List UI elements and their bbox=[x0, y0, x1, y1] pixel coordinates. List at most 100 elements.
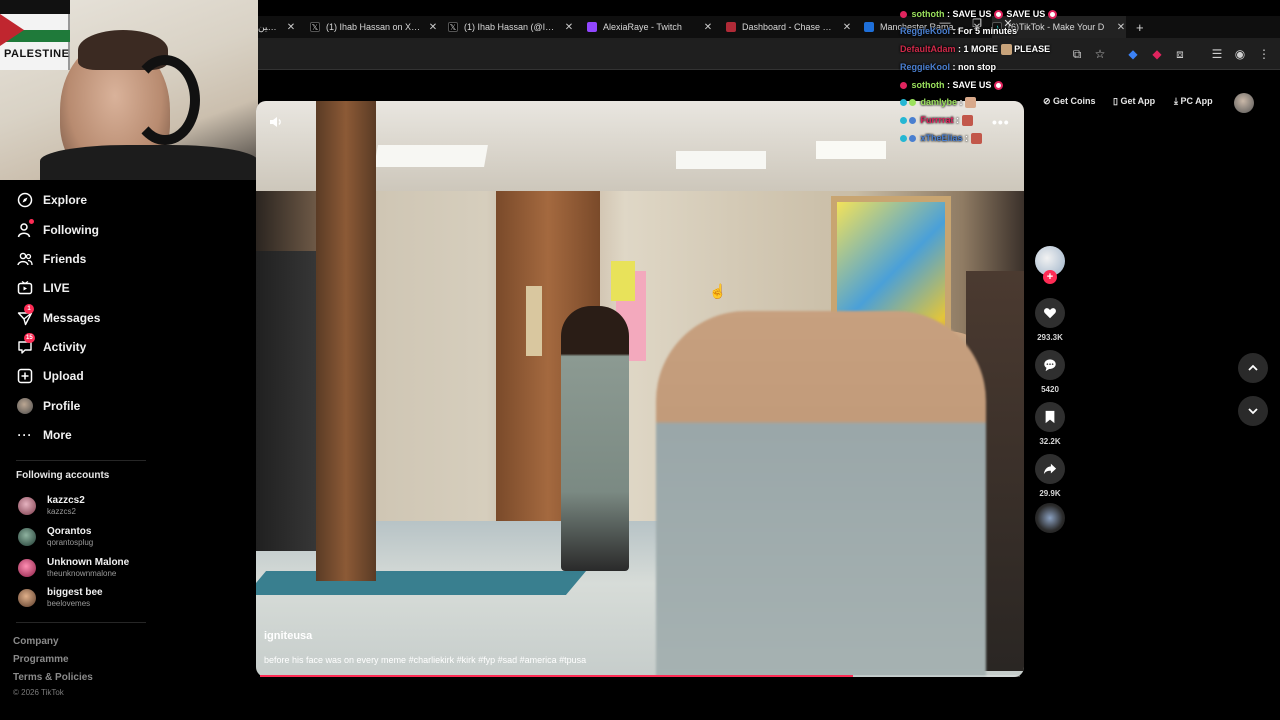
chat-text-extra: PLEASE bbox=[1014, 44, 1051, 54]
nav-friends[interactable]: Friends bbox=[16, 249, 86, 269]
music-disc-icon[interactable] bbox=[1035, 503, 1065, 533]
extension-icon[interactable]: ◆ bbox=[1126, 47, 1140, 61]
video-scene-light bbox=[676, 151, 766, 169]
share-count: 29.9K bbox=[1039, 489, 1061, 498]
nav-explore[interactable]: Explore bbox=[16, 190, 87, 210]
chat-separator: : bbox=[944, 9, 953, 19]
close-icon[interactable]: ✕ bbox=[286, 22, 296, 33]
footer-link-terms[interactable]: Terms & Policies bbox=[13, 672, 93, 683]
following-account[interactable]: biggest bee beelovemes bbox=[16, 585, 216, 613]
close-icon[interactable]: ✕ bbox=[842, 22, 852, 33]
browser-tab[interactable]: 𝕏 (1) Ihab Hassan on X: "BR ✕ bbox=[310, 16, 438, 38]
previous-video-button[interactable] bbox=[1238, 353, 1268, 383]
twitch-icon bbox=[587, 22, 597, 32]
x-logo-icon: 𝕏 bbox=[448, 22, 458, 32]
browser-toolbar: ⧉ ☆ ◆ ◆ ⧈ ☰ ◉ ⋮ bbox=[258, 38, 1280, 70]
extensions-puzzle-icon[interactable]: ⧈ bbox=[1173, 47, 1187, 61]
close-icon[interactable]: ✕ bbox=[428, 22, 438, 33]
nav-label: Profile bbox=[43, 399, 81, 413]
comment-icon[interactable] bbox=[1035, 350, 1065, 380]
chevron-down-icon bbox=[1248, 408, 1258, 415]
following-account[interactable]: Unknown Malone theunknownmalone bbox=[16, 555, 216, 583]
account-name: kazzcs2 bbox=[47, 495, 85, 506]
menu-kebab-icon[interactable]: ⋮ bbox=[1257, 47, 1271, 61]
get-coins-button[interactable]: ⊘ Get Coins bbox=[1043, 96, 1096, 107]
chat-separator: : bbox=[955, 44, 964, 54]
install-app-icon[interactable]: ⧉ bbox=[1070, 47, 1084, 61]
comment-action[interactable]: 5420 bbox=[1035, 350, 1065, 394]
chat-separator: : bbox=[950, 62, 959, 72]
chat-badge-icon bbox=[909, 117, 916, 125]
next-video-button[interactable] bbox=[1238, 396, 1268, 426]
account-name: Unknown Malone bbox=[47, 557, 130, 568]
footer-link-company[interactable]: Company bbox=[13, 636, 59, 647]
video-scene-pillar bbox=[316, 101, 376, 581]
tab-label: (6)TikTok - Make Your D bbox=[1008, 22, 1105, 32]
tab-label: (1) Ihab Hassan (@IhabHa bbox=[464, 22, 558, 32]
nav-messages[interactable]: 1 Messages bbox=[16, 304, 100, 328]
follow-plus-icon[interactable]: + bbox=[1043, 270, 1057, 284]
get-app-button[interactable]: ▯ Get App bbox=[1113, 96, 1155, 107]
friends-icon bbox=[16, 250, 34, 268]
chat-username: damlybe bbox=[920, 97, 958, 107]
user-avatar[interactable] bbox=[1234, 93, 1254, 113]
following-account[interactable]: Qorantos qorantosplug bbox=[16, 524, 216, 552]
chat-badge-icon bbox=[900, 11, 907, 19]
video-author[interactable]: igniteusa bbox=[264, 630, 312, 642]
chat-badge-icon bbox=[900, 135, 907, 143]
share-action[interactable]: 29.9K bbox=[1035, 454, 1065, 498]
nav-following[interactable]: Following bbox=[16, 219, 99, 240]
chat-badge-icon bbox=[909, 99, 916, 107]
nav-live[interactable]: LIVE bbox=[16, 278, 70, 298]
bookmark-icon[interactable] bbox=[1035, 402, 1065, 432]
browser-tab[interactable]: 𝕏 (1) Ihab Hassan (@IhabHa ✕ bbox=[448, 16, 574, 38]
dashboard-icon bbox=[726, 22, 736, 32]
video-scene-light bbox=[816, 141, 886, 159]
more-options-button[interactable]: ••• bbox=[992, 114, 1010, 130]
heart-icon[interactable] bbox=[1035, 298, 1065, 328]
bookmark-star-icon[interactable]: ☆ bbox=[1093, 47, 1107, 61]
chat-badge-icon bbox=[900, 82, 907, 90]
chat-username: sothoth bbox=[911, 9, 945, 19]
extension-icon[interactable]: ◆ bbox=[1150, 47, 1164, 61]
chat-username: DefaultAdam bbox=[900, 44, 956, 54]
new-tab-button[interactable]: + bbox=[1136, 16, 1150, 38]
video-progress-bar[interactable] bbox=[260, 675, 1020, 677]
avatar bbox=[18, 589, 36, 607]
streamer-shoulder bbox=[40, 145, 258, 180]
tab-label: (1) Ihab Hassan on X: "BR bbox=[326, 22, 422, 32]
chat-separator: : bbox=[950, 26, 959, 36]
avatar bbox=[18, 528, 36, 546]
save-action[interactable]: 32.2K bbox=[1035, 402, 1065, 446]
nav-profile[interactable]: Profile bbox=[16, 396, 80, 416]
messages-badge: 1 bbox=[24, 304, 34, 314]
pc-app-button[interactable]: ⤓ PC App bbox=[1174, 96, 1213, 107]
chat-message: DefaultAdam : 1 MORE PLEASE bbox=[900, 44, 1051, 56]
nav-label: Upload bbox=[43, 369, 84, 383]
profile-icon[interactable]: ◉ bbox=[1233, 47, 1247, 61]
site-icon bbox=[864, 22, 874, 32]
pc-app-label: PC App bbox=[1180, 96, 1213, 106]
reading-list-icon[interactable]: ☰ bbox=[1210, 47, 1224, 61]
chat-separator: : bbox=[944, 80, 953, 90]
volume-icon[interactable] bbox=[268, 114, 286, 132]
close-icon[interactable]: ✕ bbox=[703, 22, 713, 33]
video-player[interactable] bbox=[256, 101, 1024, 677]
nav-upload[interactable]: Upload bbox=[16, 366, 84, 386]
messages-icon: 1 bbox=[16, 304, 34, 327]
account-name: Qorantos bbox=[47, 526, 92, 537]
following-account[interactable]: kazzcs2 kazzcs2 bbox=[16, 493, 216, 521]
nav-more[interactable]: ··· More bbox=[16, 425, 72, 445]
nav-activity[interactable]: 15 Activity bbox=[16, 333, 86, 357]
like-action[interactable]: 293.3K bbox=[1035, 298, 1065, 342]
close-icon[interactable]: ✕ bbox=[564, 22, 574, 33]
upload-icon bbox=[16, 367, 34, 385]
following-accounts-heading: Following accounts bbox=[16, 470, 110, 481]
footer-link-programme[interactable]: Programme bbox=[13, 654, 69, 665]
close-icon[interactable]: ✕ bbox=[1116, 22, 1126, 33]
browser-tab[interactable]: AlexiaRaye - Twitch ✕ bbox=[587, 16, 713, 38]
browser-tab[interactable]: قناة فلسطين ✕ bbox=[258, 16, 296, 38]
share-icon[interactable] bbox=[1035, 454, 1065, 484]
compass-icon bbox=[16, 191, 34, 209]
browser-tab[interactable]: Dashboard - Chase Rolep ✕ bbox=[726, 16, 852, 38]
